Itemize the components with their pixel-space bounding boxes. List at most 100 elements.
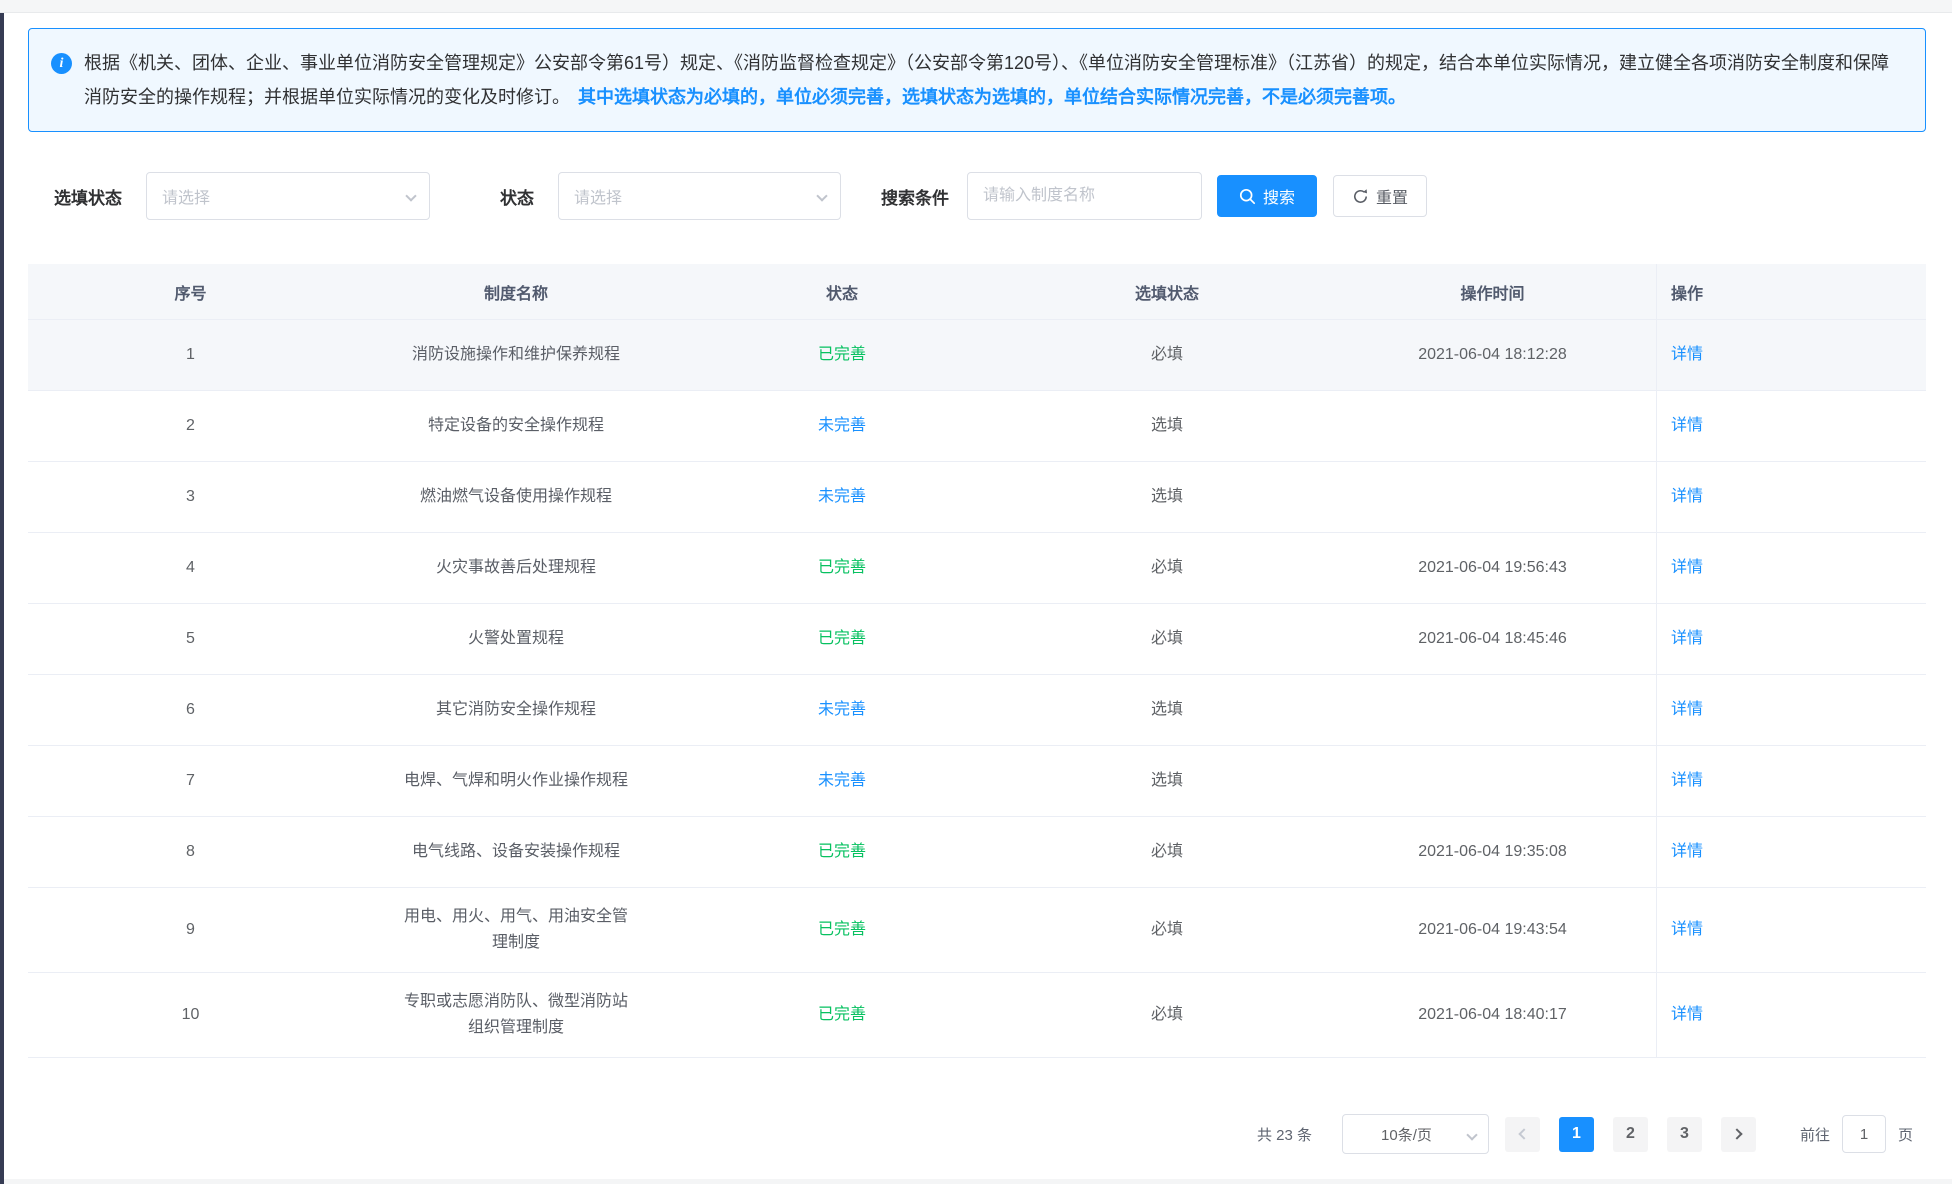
detail-link[interactable]: 详情	[1671, 697, 1703, 723]
chevron-down-icon	[1466, 1129, 1477, 1140]
alert-text-highlight: 其中选填状态为必填的，单位必须完善，选填状态为选填的，单位结合实际情况完善，不是…	[578, 87, 1406, 107]
column-header-action: 操作	[1656, 264, 1926, 319]
fill-status-text: 必填	[1005, 539, 1329, 597]
table-body: 1 消防设施操作和维护保养规程 已完善 必填 2021-06-04 18:12:…	[28, 320, 1926, 1058]
search-input[interactable]	[967, 172, 1202, 220]
column-header-index: 序号	[28, 280, 353, 304]
fill-status-text: 必填	[1005, 823, 1329, 881]
row-index: 9	[28, 901, 353, 959]
operation-time: 2021-06-04 18:45:46	[1329, 610, 1656, 668]
sidebar-edge	[0, 13, 4, 1184]
operation-time	[1329, 481, 1656, 513]
info-icon: i	[51, 53, 72, 74]
institutions-table: 序号 制度名称 状态 选填状态 操作时间 操作 1 消防设施操作和维护保养规程 …	[28, 264, 1926, 1058]
row-index: 8	[28, 823, 353, 881]
status-placeholder: 请选择	[574, 184, 622, 208]
info-alert: i 根据《机关、团体、企业、事业单位消防安全管理规定》公安部令第61号）规定、《…	[28, 28, 1926, 132]
institution-name-cell: 火警处置规程	[353, 610, 679, 668]
action-cell: 详情	[1656, 746, 1926, 816]
alert-text: 根据《机关、团体、企业、事业单位消防安全管理规定》公安部令第61号）规定、《消防…	[72, 46, 1901, 114]
filter-bar: 选填状态 请选择 状态 请选择 搜索条件 搜索	[28, 172, 1926, 220]
institution-name-cell: 消防设施操作和维护保养规程	[353, 326, 679, 384]
prev-page-button[interactable]	[1505, 1117, 1540, 1152]
chevron-down-icon	[405, 190, 416, 201]
refresh-icon	[1352, 188, 1369, 205]
goto-page-input[interactable]	[1842, 1115, 1886, 1153]
status-text: 未完善	[679, 752, 1005, 810]
pager-pages: 123	[1540, 1117, 1702, 1152]
top-bar	[0, 0, 1952, 13]
goto-label: 前往	[1800, 1124, 1830, 1145]
column-header-time: 操作时间	[1329, 280, 1656, 304]
institution-name: 其它消防安全操作规程	[436, 697, 596, 723]
status-select[interactable]: 请选择	[558, 172, 841, 220]
search-button-label: 搜索	[1263, 184, 1295, 208]
institution-name: 火警处置规程	[468, 626, 564, 652]
table-row: 7 电焊、气焊和明火作业操作规程 未完善 选填 详情	[28, 746, 1926, 817]
institution-name-cell: 用电、用火、用气、用油安全管理制度	[353, 888, 679, 972]
fill-status-text: 必填	[1005, 610, 1329, 668]
table-row: 3 燃油燃气设备使用操作规程 未完善 选填 详情	[28, 462, 1926, 533]
detail-link[interactable]: 详情	[1671, 342, 1703, 368]
detail-link[interactable]: 详情	[1671, 484, 1703, 510]
page-size-select[interactable]: 10条/页	[1342, 1114, 1489, 1154]
page-size-value: 10条/页	[1381, 1124, 1432, 1145]
action-cell: 详情	[1656, 391, 1926, 461]
institution-name: 电焊、气焊和明火作业操作规程	[404, 768, 628, 794]
operation-time: 2021-06-04 19:43:54	[1329, 901, 1656, 959]
detail-link[interactable]: 详情	[1671, 768, 1703, 794]
pager-page-3[interactable]: 3	[1667, 1117, 1702, 1152]
institution-name: 专职或志愿消防队、微型消防站组织管理制度	[398, 989, 634, 1041]
detail-link[interactable]: 详情	[1671, 413, 1703, 439]
total-count: 共 23 条	[1257, 1124, 1312, 1145]
bottom-bar	[4, 1179, 1952, 1184]
detail-link[interactable]: 详情	[1671, 626, 1703, 652]
table-row: 6 其它消防安全操作规程 未完善 选填 详情	[28, 675, 1926, 746]
reset-button-label: 重置	[1376, 184, 1408, 208]
pager-page-2[interactable]: 2	[1613, 1117, 1648, 1152]
fill-status-text: 必填	[1005, 326, 1329, 384]
action-cell: 详情	[1656, 320, 1926, 390]
institution-name: 火灾事故善后处理规程	[436, 555, 596, 581]
detail-link[interactable]: 详情	[1671, 1002, 1703, 1028]
status-text: 已完善	[679, 326, 1005, 384]
search-button[interactable]: 搜索	[1217, 175, 1317, 217]
fill-status-label: 选填状态	[54, 184, 122, 209]
row-index: 6	[28, 681, 353, 739]
column-header-name: 制度名称	[353, 280, 679, 304]
chevron-right-icon	[1731, 1128, 1742, 1139]
action-cell: 详情	[1656, 675, 1926, 745]
detail-link[interactable]: 详情	[1671, 917, 1703, 943]
status-text: 未完善	[679, 397, 1005, 455]
institution-name: 燃油燃气设备使用操作规程	[420, 484, 612, 510]
action-cell: 详情	[1656, 888, 1926, 972]
status-text: 已完善	[679, 610, 1005, 668]
status-text: 已完善	[679, 539, 1005, 597]
row-index: 5	[28, 610, 353, 668]
next-page-button[interactable]	[1721, 1117, 1756, 1152]
table-row: 8 电气线路、设备安装操作规程 已完善 必填 2021-06-04 19:35:…	[28, 817, 1926, 888]
goto-unit: 页	[1898, 1124, 1913, 1145]
detail-link[interactable]: 详情	[1671, 555, 1703, 581]
institution-name: 电气线路、设备安装操作规程	[412, 839, 620, 865]
row-index: 7	[28, 752, 353, 810]
pager-page-1[interactable]: 1	[1559, 1117, 1594, 1152]
action-cell: 详情	[1656, 462, 1926, 532]
chevron-left-icon	[1518, 1128, 1529, 1139]
row-index: 10	[28, 986, 353, 1044]
row-index: 3	[28, 468, 353, 526]
fill-status-text: 选填	[1005, 681, 1329, 739]
detail-link[interactable]: 详情	[1671, 839, 1703, 865]
fill-status-text: 必填	[1005, 986, 1329, 1044]
fill-status-select[interactable]: 请选择	[146, 172, 430, 220]
reset-button[interactable]: 重置	[1333, 175, 1427, 217]
institution-name-cell: 电气线路、设备安装操作规程	[353, 823, 679, 881]
institution-name-cell: 火灾事故善后处理规程	[353, 539, 679, 597]
institution-name-cell: 电焊、气焊和明火作业操作规程	[353, 752, 679, 810]
operation-time: 2021-06-04 18:12:28	[1329, 326, 1656, 384]
row-index: 4	[28, 539, 353, 597]
institution-name: 用电、用火、用气、用油安全管理制度	[398, 904, 634, 956]
row-index: 1	[28, 326, 353, 384]
institution-name-cell: 燃油燃气设备使用操作规程	[353, 468, 679, 526]
fill-status-placeholder: 请选择	[162, 184, 210, 208]
